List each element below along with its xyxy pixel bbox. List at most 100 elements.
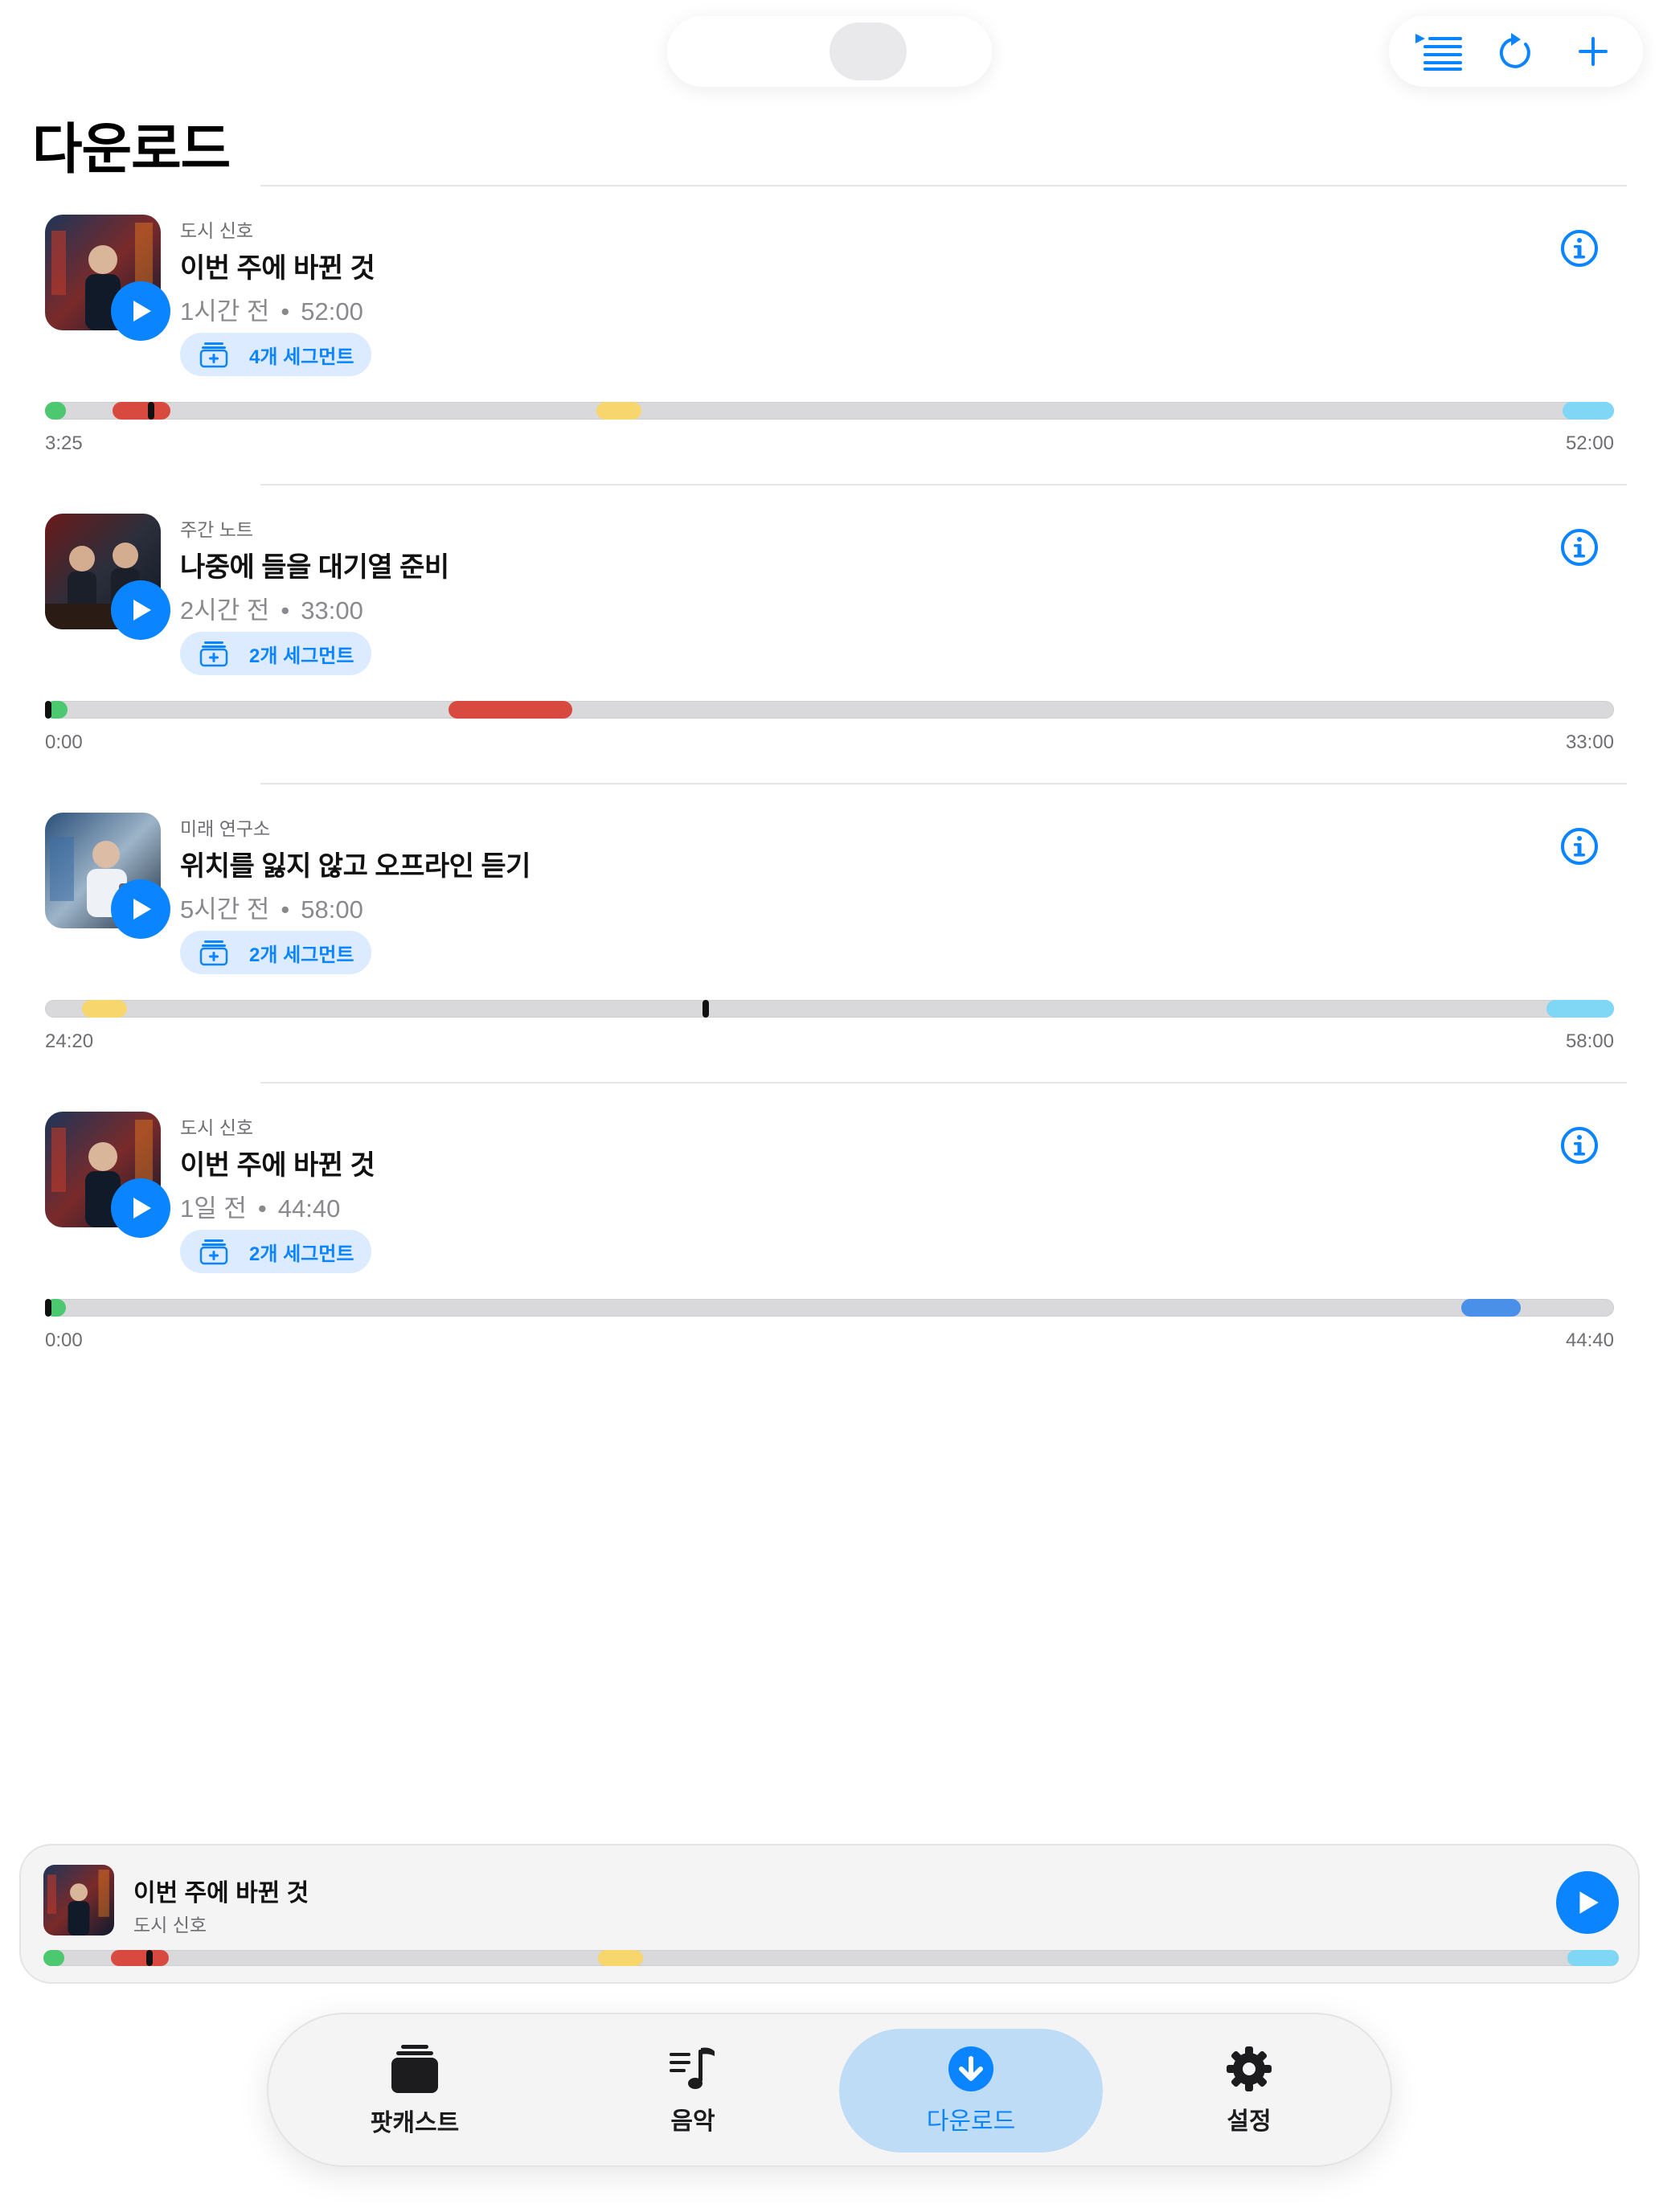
episode-title: 나중에 들을 대기열 준비 [180, 552, 449, 583]
segment-marker [596, 402, 641, 420]
mini-player-title: 이번 주에 바뀐 것 [133, 1880, 309, 1907]
pill-knob[interactable] [830, 23, 907, 80]
progress-start-time: 24:20 [45, 1030, 94, 1052]
playhead[interactable] [146, 1950, 153, 1966]
episode-play-button[interactable] [111, 580, 170, 640]
music-note-list-icon [670, 2047, 715, 2089]
play-icon [133, 301, 151, 322]
play-icon [133, 899, 151, 920]
segment-marker [1563, 402, 1614, 420]
playhead[interactable] [148, 402, 154, 420]
segment-marker [45, 402, 66, 420]
episode-title: 이번 주에 바뀐 것 [180, 1150, 375, 1181]
segments-button[interactable]: 4개 세그먼트 [180, 333, 372, 376]
playhead[interactable] [45, 1299, 51, 1317]
progress-track[interactable] [45, 701, 1614, 719]
info-icon[interactable] [1559, 527, 1600, 567]
mini-player-play-button[interactable] [1556, 1871, 1619, 1934]
info-icon[interactable] [1559, 826, 1600, 866]
mini-player-progress-track[interactable] [43, 1950, 1619, 1966]
tab-label: 음악 [670, 2108, 715, 2135]
progress-end-time: 33:00 [1565, 731, 1614, 753]
progress-start-time: 0:00 [45, 1329, 83, 1351]
episode-title: 위치를 잃지 않고 오프라인 듣기 [180, 851, 530, 882]
segments-label: 4개 세그먼트 [249, 346, 354, 368]
refresh-button[interactable] [1484, 19, 1548, 84]
segments-label: 2개 세그먼트 [249, 944, 354, 966]
mini-player-artwork [43, 1865, 114, 1936]
mini-player[interactable]: 이번 주에 바뀐 것 도시 신호 [19, 1844, 1640, 1984]
episode-row[interactable]: 도시 신호 이번 주에 바뀐 것 1시간 전 • 52:00 4개 세그먼트 3:2… [0, 186, 1659, 485]
episode-show-name: 주간 노트 [180, 519, 254, 540]
segment-marker [111, 1950, 169, 1966]
episode-show-name: 미래 연구소 [180, 818, 271, 839]
segments-stack-icon [199, 641, 228, 667]
episode-meta: 1일 전 • 44:40 [180, 1194, 341, 1223]
segments-button[interactable]: 2개 세그먼트 [180, 632, 372, 675]
episode-meta: 2시간 전 • 33:00 [180, 596, 363, 625]
segment-marker [1546, 1000, 1614, 1018]
segment-marker [449, 701, 572, 719]
progress-end-time: 52:00 [1565, 432, 1614, 454]
podcast-stack-icon [391, 2045, 438, 2093]
episode-play-button[interactable] [111, 281, 170, 341]
refresh-icon [1499, 33, 1530, 68]
tab-music[interactable]: 음악 [561, 2029, 825, 2153]
segment-marker [598, 1950, 643, 1966]
episode-row[interactable]: 미래 연구소 위치를 잃지 않고 오프라인 듣기 5시간 전 • 58:00 2개 … [0, 784, 1659, 1083]
tab-label: 팟캐스트 [370, 2110, 460, 2136]
episode-meta: 5시간 전 • 58:00 [180, 895, 363, 924]
progress-track[interactable] [45, 1000, 1614, 1018]
episode-title: 이번 주에 바뀐 것 [180, 253, 375, 284]
add-button[interactable] [1561, 19, 1625, 84]
progress-start-time: 0:00 [45, 731, 83, 753]
info-icon[interactable] [1559, 228, 1600, 268]
mini-player-show: 도시 신호 [133, 1915, 207, 1936]
play-icon [1579, 1891, 1599, 1914]
tab-downloads[interactable]: 다운로드 [839, 2029, 1103, 2153]
playhead[interactable] [703, 1000, 709, 1018]
segment-marker [1567, 1950, 1619, 1966]
tab-podcasts[interactable]: 팟캐스트 [283, 2029, 547, 2153]
episode-duration: 33:00 [301, 596, 363, 625]
play-queue-button[interactable] [1407, 19, 1471, 84]
segments-stack-icon [199, 342, 228, 368]
episode-play-button[interactable] [111, 879, 170, 939]
page-title: 다운로드 [32, 119, 231, 180]
add-icon [1579, 37, 1608, 66]
episode-row[interactable]: 도시 신호 이번 주에 바뀐 것 1일 전 • 44:40 2개 세그먼트 0:00… [0, 1083, 1659, 1382]
info-icon[interactable] [1559, 1125, 1600, 1165]
top-segmented-pill[interactable] [667, 16, 992, 87]
play-queue-icon [1415, 34, 1462, 71]
episode-show-name: 도시 신호 [180, 1117, 254, 1138]
episode-age: 2시간 전 [180, 596, 270, 625]
episode-age: 1일 전 [180, 1194, 247, 1223]
episode-show-name: 도시 신호 [180, 220, 254, 241]
segments-button[interactable]: 2개 세그먼트 [180, 1230, 372, 1273]
episode-age: 1시간 전 [180, 297, 270, 326]
episode-duration: 44:40 [277, 1194, 341, 1223]
download-circle-icon [948, 2046, 993, 2091]
tab-settings[interactable]: 설정 [1117, 2029, 1381, 2153]
episode-play-button[interactable] [111, 1178, 170, 1238]
tab-label: 다운로드 [926, 2108, 1016, 2135]
top-actions-group [1389, 16, 1643, 87]
progress-track[interactable] [45, 1299, 1614, 1317]
segments-stack-icon [199, 1239, 228, 1265]
episode-row[interactable]: 주간 노트 나중에 들을 대기열 준비 2시간 전 • 33:00 2개 세그먼트 … [0, 485, 1659, 784]
segment-marker [82, 1000, 127, 1018]
progress-end-time: 58:00 [1565, 1030, 1614, 1052]
gear-icon [1227, 2046, 1272, 2091]
playhead[interactable] [45, 701, 51, 719]
segment-marker [113, 402, 170, 420]
progress-track[interactable] [45, 402, 1614, 420]
segments-button[interactable]: 2개 세그먼트 [180, 931, 372, 974]
episode-meta: 1시간 전 • 52:00 [180, 297, 363, 326]
progress-start-time: 3:25 [45, 432, 83, 454]
tab-label: 설정 [1227, 2108, 1272, 2135]
segment-marker [43, 1950, 64, 1966]
segment-marker [1461, 1299, 1521, 1317]
play-icon [133, 1198, 151, 1219]
episode-duration: 58:00 [301, 895, 363, 924]
segments-label: 2개 세그먼트 [249, 1243, 354, 1265]
